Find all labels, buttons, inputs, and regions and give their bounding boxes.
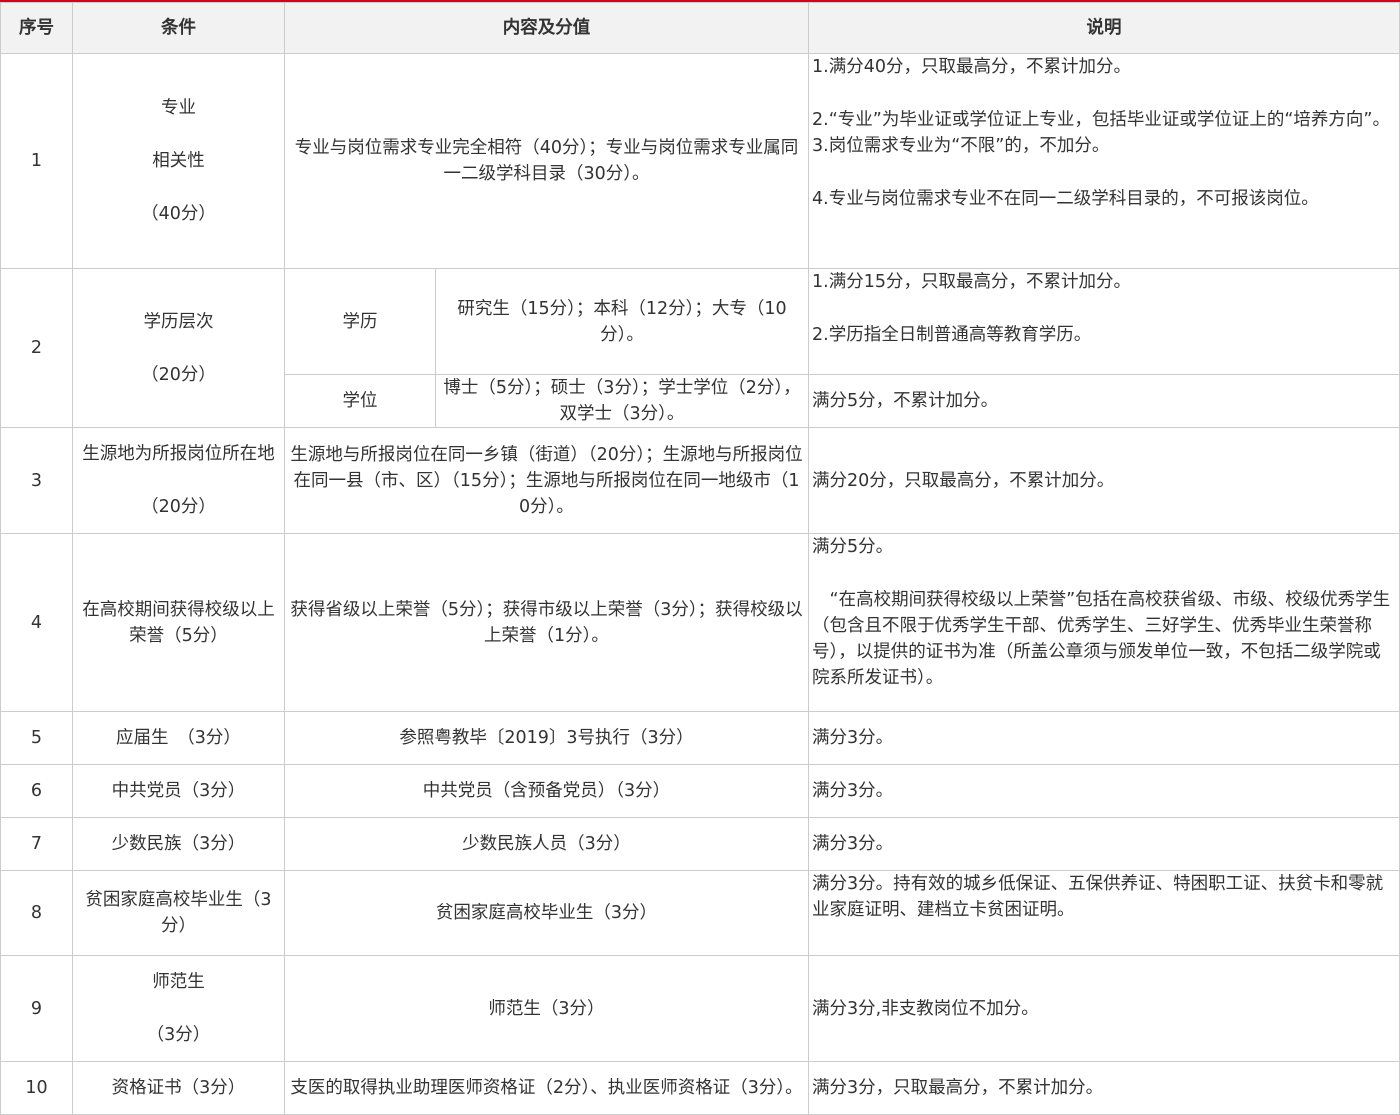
condition-line: （20分） (141, 364, 216, 385)
note-line: 1.满分15分，只取最高分，不累计加分。 (812, 272, 1131, 292)
note-line: 1.满分40分，只取最高分，不累计加分。 (812, 57, 1131, 77)
header-note: 说明 (808, 2, 1400, 54)
content-cell: 研究生（15分）；本科（12分）；大专（10分）。 (435, 268, 809, 375)
note-cell: 1.满分40分，只取最高分，不累计加分。 2.“专业”为毕业证或学位证上专业，包… (808, 53, 1400, 269)
row-number: 8 (0, 870, 73, 956)
content-cell: 中共党员（含预备党员）（3分） (284, 764, 809, 818)
condition-line: 师范生 (152, 972, 205, 992)
scoring-table: 序号 条件 内容及分值 说明 1 专业 相关性 （40分） 专业与岗位需求专业完… (0, 2, 1400, 1115)
row-number: 1 (0, 53, 73, 269)
condition-cell: 中共党员（3分） (72, 764, 285, 818)
note-line: 2.学历指全日制普通高等教育学历。 (812, 325, 1092, 345)
row-number: 2 (0, 268, 73, 428)
row-number: 9 (0, 955, 73, 1062)
condition-line: （20分） (141, 497, 216, 517)
condition-line: 生源地为所报岗位所在地 (82, 444, 275, 464)
table-row: 1 专业 相关性 （40分） 专业与岗位需求专业完全相符（40分）；专业与岗位需… (0, 53, 1400, 269)
condition-line: 学历层次 (143, 311, 214, 332)
condition-line: （40分） (141, 204, 216, 224)
content-cell: 师范生（3分） (284, 955, 809, 1062)
content-cell: 支医的取得执业助理医师资格证（2分）、执业医师资格证（3分）。 (284, 1061, 809, 1115)
condition-cell: 生源地为所报岗位所在地 （20分） (72, 427, 285, 534)
table-row: 5 应届生 （3分） 参照粤教毕〔2019〕3号执行（3分） 满分3分。 (0, 711, 1400, 765)
condition-cell: 应届生 （3分） (72, 711, 285, 765)
note-cell: 满分5分。 “在高校期间获得校级以上荣誉”包括在高校获省级、市级、校级优秀学生（… (808, 533, 1400, 712)
sub-label-cell: 学位 (284, 374, 436, 428)
content-cell: 博士（5分）；硕士（3分）；学士学位（2分），双学士（3分）。 (435, 374, 809, 428)
table-row: 9 师范生 （3分） 师范生（3分） 满分3分,非支教岗位不加分。 (0, 955, 1400, 1062)
row-number: 5 (0, 711, 73, 765)
note-cell: 满分3分。持有效的城乡低保证、五保供养证、特困职工证、扶贫卡和零就业家庭证明、建… (808, 870, 1400, 956)
header-row: 序号 条件 内容及分值 说明 (0, 2, 1400, 54)
table-row: 3 生源地为所报岗位所在地 （20分） 生源地与所报岗位在同一乡镇（街道）（20… (0, 427, 1400, 534)
note-line: 2.“专业”为毕业证或学位证上专业，包括毕业证或学位证上的“培养方向”。 (812, 110, 1390, 130)
note-cell: 满分20分，只取最高分，不累计加分。 (808, 427, 1400, 534)
note-line: 4.专业与岗位需求专业不在同一二级学科目录的，不可报该岗位。 (812, 189, 1319, 209)
condition-cell: 在高校期间获得校级以上荣誉（5分） (72, 533, 285, 712)
table-row: 10 资格证书（3分） 支医的取得执业助理医师资格证（2分）、执业医师资格证（3… (0, 1061, 1400, 1115)
condition-line: 专业 (161, 98, 196, 118)
condition-cell: 贫困家庭高校毕业生（3分） (72, 870, 285, 956)
content-cell: 少数民族人员（3分） (284, 817, 809, 871)
row-number: 7 (0, 817, 73, 871)
table-row: 6 中共党员（3分） 中共党员（含预备党员）（3分） 满分3分。 (0, 764, 1400, 818)
note-cell: 满分3分。 (808, 817, 1400, 871)
row-number: 6 (0, 764, 73, 818)
note-cell: 满分3分。 (808, 764, 1400, 818)
table-row: 4 在高校期间获得校级以上荣誉（5分） 获得省级以上荣誉（5分）；获得市级以上荣… (0, 533, 1400, 712)
note-cell: 满分3分，只取最高分，不累计加分。 (808, 1061, 1400, 1115)
content-cell: 参照粤教毕〔2019〕3号执行（3分） (284, 711, 809, 765)
condition-line: （3分） (146, 1025, 211, 1045)
header-no: 序号 (0, 2, 73, 54)
content-cell: 生源地与所报岗位在同一乡镇（街道）（20分）；生源地与所报岗位在同一县（市、区）… (284, 427, 809, 534)
content-cell: 贫困家庭高校毕业生（3分） (284, 870, 809, 956)
table-row: 2 学历层次 （20分） 学历 研究生（15分）；本科（12分）；大专（10分）… (0, 268, 1400, 428)
row-number: 10 (0, 1061, 73, 1115)
content-cell: 专业与岗位需求专业完全相符（40分）；专业与岗位需求专业属同一二级学科目录（30… (284, 53, 809, 269)
sub-label-cell: 学历 (284, 268, 436, 375)
condition-cell: 资格证书（3分） (72, 1061, 285, 1115)
condition-cell: 学历层次 （20分） (72, 268, 285, 428)
content-cell: 获得省级以上荣誉（5分）；获得市级以上荣誉（3分）；获得校级以上荣誉（1分）。 (284, 533, 809, 712)
note-line: “在高校期间获得校级以上荣誉”包括在高校获省级、市级、校级优秀学生（包含且不限于… (812, 590, 1391, 688)
condition-cell: 专业 相关性 （40分） (72, 53, 285, 269)
note-line: 满分5分。 (812, 537, 894, 557)
condition-cell: 少数民族（3分） (72, 817, 285, 871)
note-cell: 满分3分。 (808, 711, 1400, 765)
row-number: 3 (0, 427, 73, 534)
condition-line: 相关性 (152, 151, 205, 171)
note-cell: 满分3分,非支教岗位不加分。 (808, 955, 1400, 1062)
table-row: 8 贫困家庭高校毕业生（3分） 贫困家庭高校毕业生（3分） 满分3分。持有效的城… (0, 870, 1400, 956)
note-cell: 1.满分15分，只取最高分，不累计加分。 2.学历指全日制普通高等教育学历。 (808, 268, 1400, 375)
note-cell: 满分5分，不累计加分。 (808, 374, 1400, 428)
table-row: 7 少数民族（3分） 少数民族人员（3分） 满分3分。 (0, 817, 1400, 871)
header-condition: 条件 (72, 2, 285, 54)
header-content: 内容及分值 (284, 2, 809, 54)
note-line: 3.岗位需求专业为“不限”的，不加分。 (812, 136, 1110, 156)
condition-cell: 师范生 （3分） (72, 955, 285, 1062)
row-number: 4 (0, 533, 73, 712)
